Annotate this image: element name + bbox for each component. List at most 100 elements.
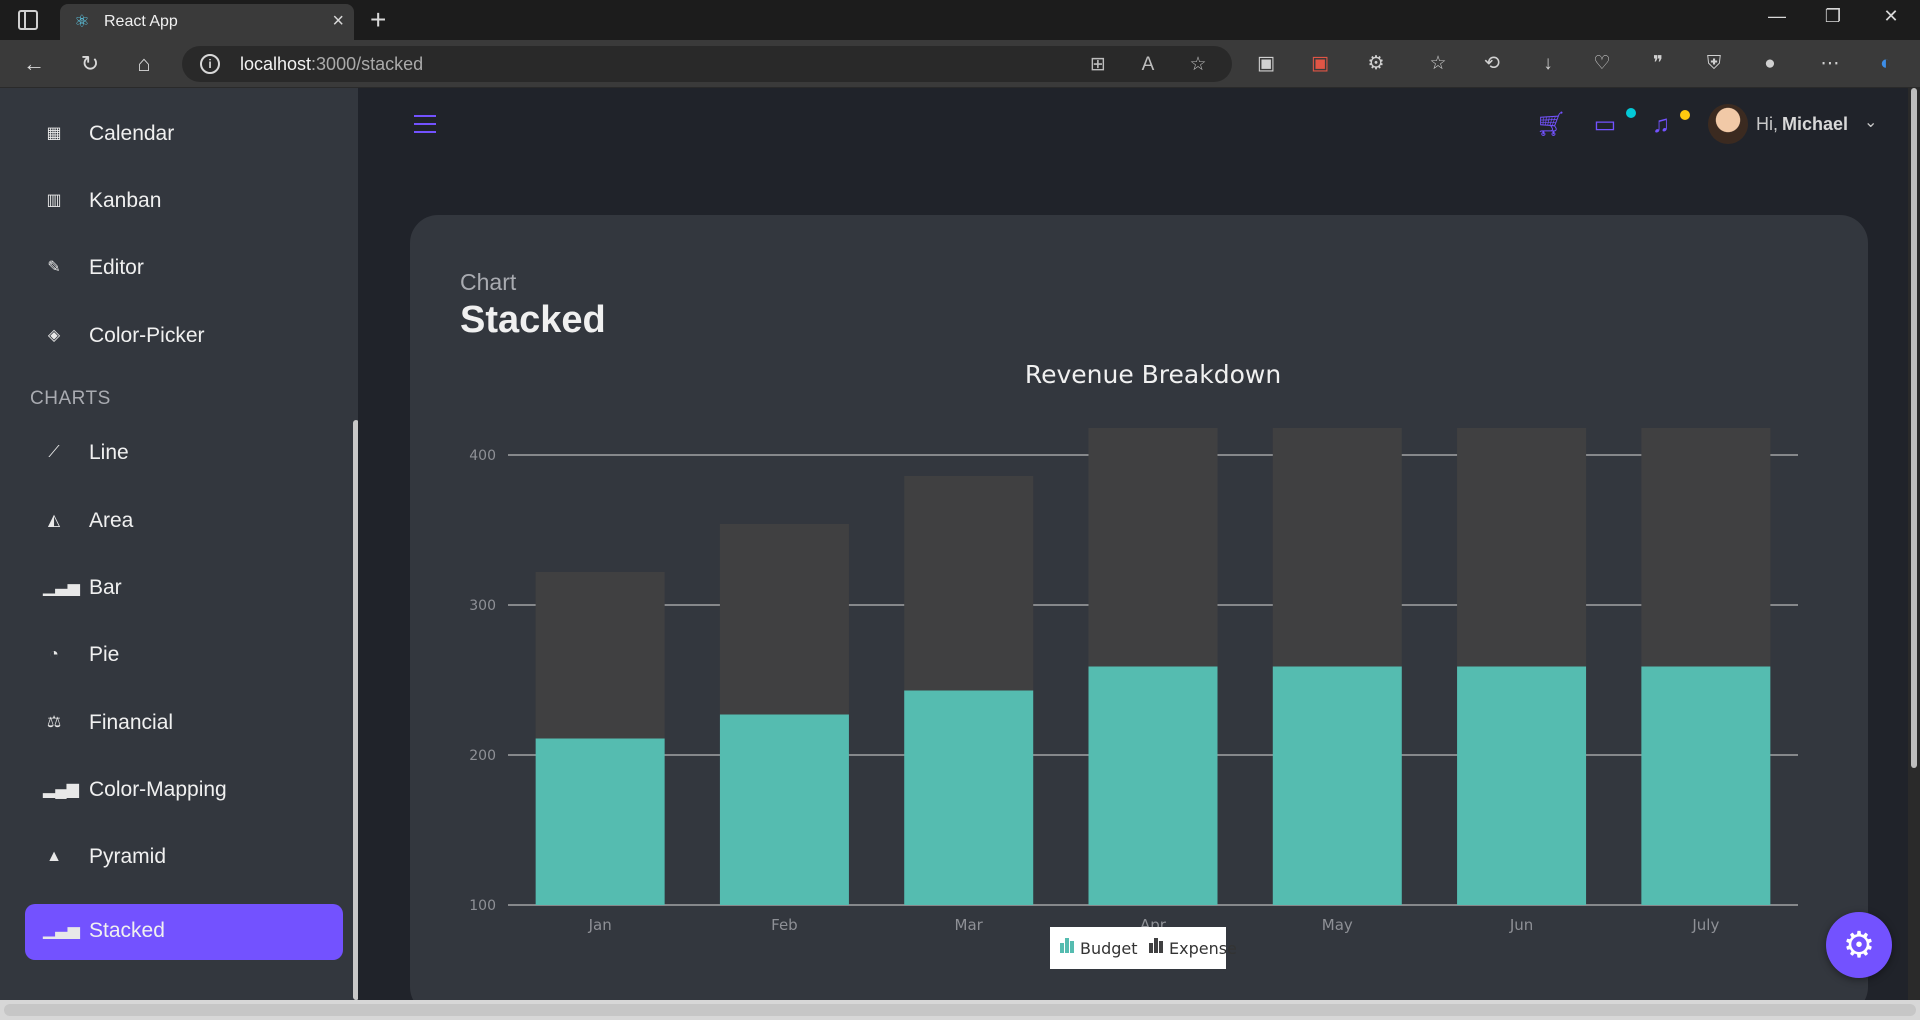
pie-chart-icon: ◔ (49, 646, 59, 663)
chart-card: Chart Stacked Revenue Breakdown 100 200 300… (410, 215, 1868, 1015)
extensions-puzzle-icon[interactable]: ⚙ (1362, 50, 1390, 78)
sidebar-item-label: Editor (89, 256, 144, 279)
back-icon[interactable]: ← (20, 50, 48, 78)
bar-expense (1088, 428, 1218, 667)
bar-budget (904, 690, 1034, 905)
kanban-icon: ▥ (46, 192, 62, 209)
minimize-icon[interactable]: — (1762, 6, 1792, 27)
sidebar-item-color-picker[interactable]: ◈ Color-Picker (25, 309, 343, 365)
chart-title: Revenue Breakdown (1025, 360, 1281, 389)
x-tick-label: Jun (1509, 916, 1533, 934)
extension-b-icon[interactable]: ▣ (1252, 50, 1280, 78)
tab-close-icon[interactable]: × (332, 10, 344, 33)
bell-icon[interactable]: ♫ (1646, 110, 1676, 140)
bar-expense (719, 524, 849, 715)
sidebar-item-color-mapping[interactable]: ▂▄▆ Color-Mapping (25, 763, 343, 819)
sidebar-item-label: Line (89, 441, 129, 464)
tab-actions-icon[interactable] (18, 10, 38, 30)
browser-essentials-icon[interactable]: ⛨ (1700, 50, 1728, 78)
browser-tab-bar: ⚛ React App × + — ❐ ✕ (0, 0, 1920, 40)
more-options-icon[interactable]: ⋯ (1816, 50, 1844, 78)
x-tick-label: Feb (771, 916, 798, 934)
bar-chart-icon: ▁▃▅ (43, 579, 80, 596)
copilot-icon[interactable]: ◐ (1872, 50, 1900, 78)
refresh-icon[interactable]: ↻ (76, 50, 104, 78)
sidebar-item-label: Financial (89, 711, 174, 734)
sidebar-item-label: Area (89, 509, 134, 532)
sidebar-item-area[interactable]: ◭ Area (25, 494, 343, 550)
bar-budget (535, 738, 665, 905)
sidebar-item-financial[interactable]: ⚖ Financial (25, 696, 343, 752)
sidebar-item-label: Kanban (89, 189, 162, 212)
sidebar-item-calendar[interactable]: ▦ Calendar (25, 107, 343, 163)
performance-icon[interactable]: ♡ (1588, 50, 1616, 78)
sidebar-item-label: Color-Picker (89, 324, 205, 347)
menu-toggle-icon[interactable] (414, 115, 438, 135)
page-horizontal-scrollbar[interactable] (0, 1000, 1920, 1020)
sidebar-item-label: Stacked (89, 919, 165, 942)
chevron-down-icon[interactable]: ⌄ (1864, 112, 1877, 132)
downloads-icon[interactable]: ↓ (1534, 50, 1562, 78)
avatar[interactable] (1708, 104, 1748, 144)
legend-label: Budget (1080, 939, 1138, 958)
sidebar-item-pie[interactable]: ◔ Pie (25, 628, 343, 684)
app-available-icon[interactable]: ⊞ (1086, 53, 1110, 77)
home-icon[interactable]: ⌂ (130, 50, 158, 78)
restore-icon[interactable]: ❐ (1818, 6, 1848, 27)
y-tick-label: 100 (469, 898, 496, 914)
site-info-icon[interactable]: i (200, 54, 220, 74)
favorite-star-icon[interactable]: ☆ (1186, 53, 1210, 77)
x-tick-label: May (1322, 916, 1353, 934)
history-icon[interactable]: ⟲ (1478, 50, 1506, 78)
favorites-icon[interactable]: ☆ (1424, 50, 1452, 78)
stacked-chart-icon: ▁▃▅ (43, 922, 80, 939)
main-content: 🛒︎ ▭ ♫ Hi, Michael ⌄ Chart Stacked Revenu… (358, 88, 1920, 1015)
x-tick-label: Jan (588, 916, 612, 934)
bar-budget (1272, 666, 1402, 905)
bar-budget (1088, 666, 1218, 905)
cart-icon[interactable]: 🛒︎ (1536, 110, 1566, 140)
scroll-thumb[interactable] (4, 1004, 1916, 1016)
scroll-thumb[interactable] (1911, 88, 1917, 768)
sidebar-item-bar[interactable]: ▁▃▅ Bar (25, 561, 343, 617)
react-favicon-icon: ⚛ (74, 12, 90, 31)
sidebar-item-label: Pie (89, 643, 120, 666)
user-greeting[interactable]: Hi, Michael (1756, 114, 1848, 135)
sidebar-item-label: Calendar (89, 122, 175, 145)
color-mapping-icon: ▂▄▆ (43, 781, 79, 798)
bar-budget (719, 714, 849, 905)
page-vertical-scrollbar[interactable] (1908, 88, 1920, 1000)
tab-title: React App (104, 13, 178, 30)
sidebar-item-pyramid[interactable]: ▲ Pyramid (25, 830, 343, 886)
bar-budget (1641, 666, 1771, 905)
bar-expense (1457, 428, 1587, 667)
chat-icon[interactable]: ▭ (1590, 110, 1620, 140)
chat-notification-dot (1626, 108, 1636, 118)
url-text: localhost:3000/stacked (240, 54, 424, 74)
browser-tab[interactable]: ⚛ React App × (60, 4, 354, 40)
bar-expense (904, 476, 1034, 691)
extension-red-icon[interactable]: ▣ (1306, 50, 1334, 78)
sidebar-item-kanban[interactable]: ▥ Kanban (25, 174, 343, 230)
sidebar-item-line[interactable]: ⟋ Line (25, 426, 343, 482)
window-close-icon[interactable]: ✕ (1876, 6, 1906, 27)
url-field[interactable]: i localhost:3000/stacked ⊞ A ☆ (182, 46, 1232, 82)
area-chart-icon: ◭ (47, 512, 61, 529)
pyramid-icon: ▲ (46, 848, 62, 865)
x-tick-label: Mar (955, 916, 984, 934)
quote-icon[interactable]: ❞ (1644, 50, 1672, 78)
sidebar-section-charts: CHARTS (30, 388, 111, 409)
new-tab-icon[interactable]: + (370, 4, 386, 36)
sidebar-item-label: Bar (89, 576, 122, 599)
sidebar-item-stacked[interactable]: ▁▃▅ Stacked (25, 904, 343, 960)
sidebar-item-editor[interactable]: ✎ Editor (25, 241, 343, 297)
notification-dot (1680, 110, 1690, 120)
profile-icon[interactable]: ● (1756, 50, 1784, 78)
editor-icon: ✎ (47, 259, 61, 276)
line-chart-icon: ⟋ (48, 444, 60, 461)
settings-gear-icon[interactable]: ⚙ (1826, 912, 1892, 978)
x-tick-label: July (1691, 916, 1719, 934)
read-aloud-icon[interactable]: A (1136, 53, 1160, 77)
stacked-bar-chart: Revenue Breakdown100200300400Jan Feb Mar Ap… (469, 360, 1798, 969)
bar-expense (1641, 428, 1771, 667)
